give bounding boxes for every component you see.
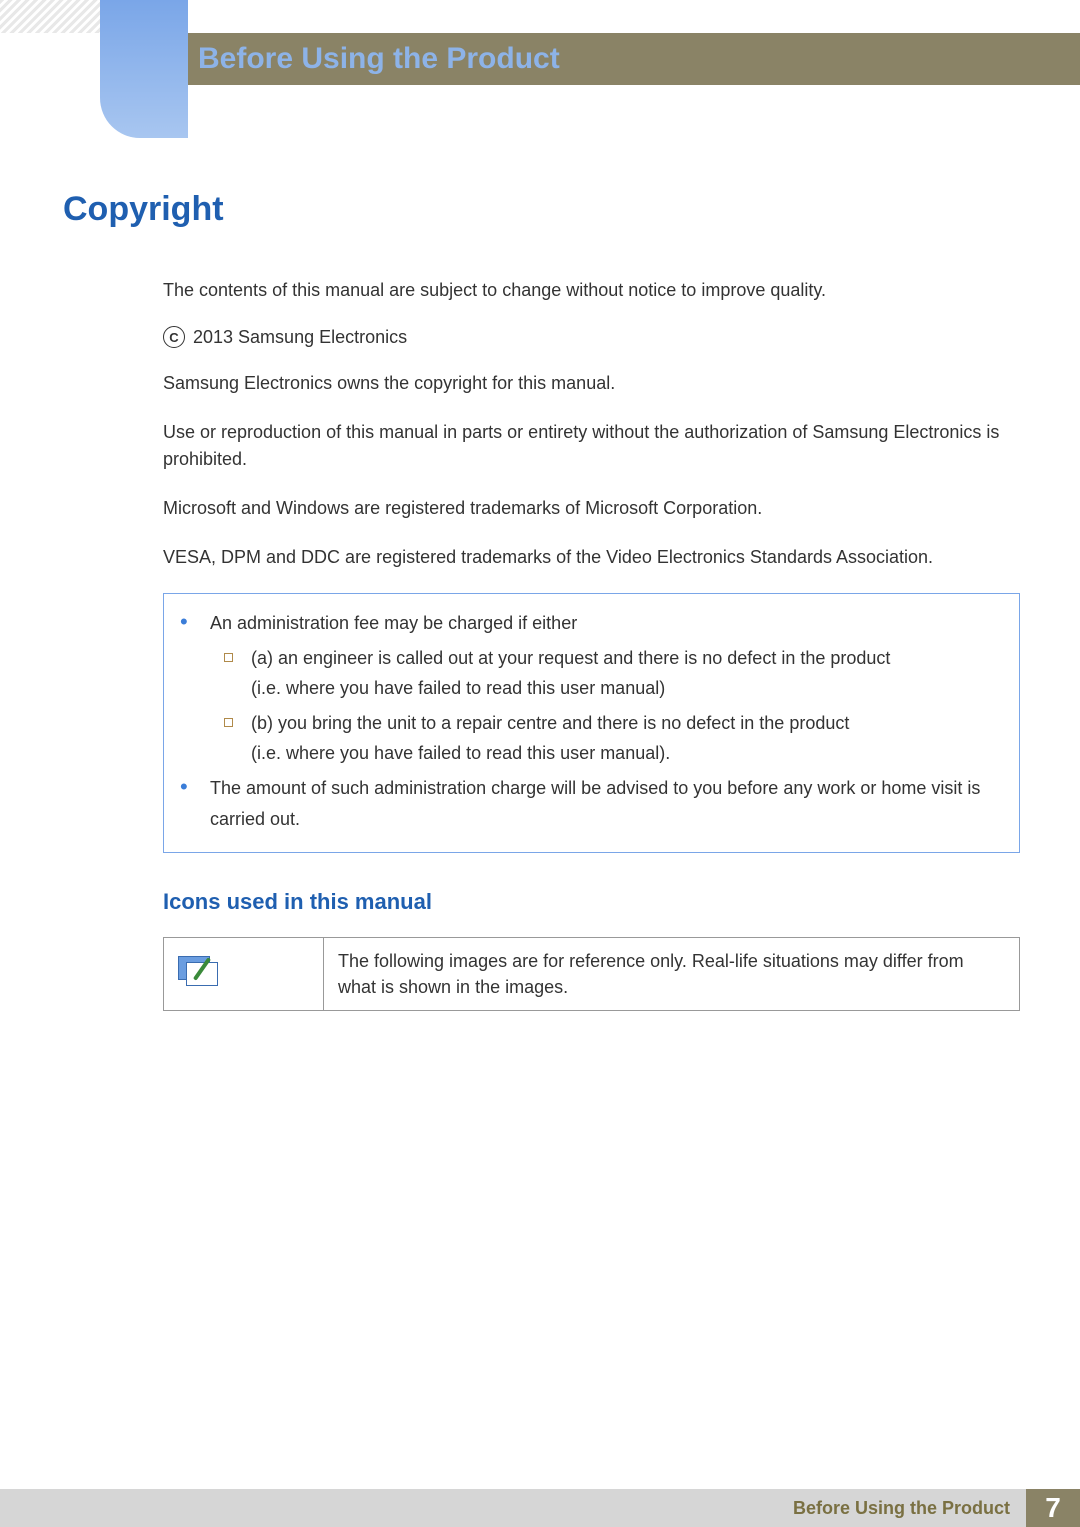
chapter-tab-decoration (100, 0, 188, 138)
sub-list-item-text: (a) an engineer is called out at your re… (251, 643, 1001, 704)
chapter-header-bar: Before Using the Product (188, 33, 1080, 85)
page-footer: Before Using the Product 7 (0, 1489, 1080, 1527)
bullet-square-icon (224, 718, 233, 727)
list-item: • An administration fee may be charged i… (174, 608, 1001, 639)
subsection-title-icons: Icons used in this manual (163, 889, 1020, 915)
paragraph: Samsung Electronics owns the copyright f… (163, 370, 1020, 397)
list-item: • The amount of such administration char… (174, 773, 1001, 834)
sub-list-item-text: (b) you bring the unit to a repair centr… (251, 708, 1001, 769)
paragraph: Microsoft and Windows are registered tra… (163, 495, 1020, 522)
icon-cell (164, 938, 324, 1011)
bullet-dot-icon: • (174, 608, 192, 639)
table-row: The following images are for reference o… (164, 938, 1020, 1011)
list-item-text: An administration fee may be charged if … (210, 608, 1001, 639)
chapter-title: Before Using the Product (198, 42, 560, 76)
page-content: Copyright The contents of this manual ar… (63, 190, 1020, 1011)
page-number: 7 (1026, 1489, 1080, 1527)
footer-chapter-label: Before Using the Product (0, 1489, 1026, 1527)
reference-image-icon (178, 956, 218, 986)
copyright-icon: C (163, 326, 185, 348)
sub-line: (b) you bring the unit to a repair centr… (251, 708, 1001, 739)
bullet-square-icon (224, 653, 233, 662)
icon-description-cell: The following images are for reference o… (324, 938, 1020, 1011)
sub-line: (a) an engineer is called out at your re… (251, 643, 1001, 674)
sub-line: (i.e. where you have failed to read this… (251, 673, 1001, 704)
paragraph: VESA, DPM and DDC are registered tradema… (163, 544, 1020, 571)
body-area: The contents of this manual are subject … (163, 277, 1020, 1011)
copyright-year-owner: 2013 Samsung Electronics (193, 327, 407, 348)
sub-list-item: (b) you bring the unit to a repair centr… (224, 708, 1001, 769)
paragraph: Use or reproduction of this manual in pa… (163, 419, 1020, 473)
decorative-stripe (0, 0, 100, 33)
icons-legend-table: The following images are for reference o… (163, 937, 1020, 1011)
sub-list-item: (a) an engineer is called out at your re… (224, 643, 1001, 704)
list-item-text: The amount of such administration charge… (210, 773, 1001, 834)
paragraph: The contents of this manual are subject … (163, 277, 1020, 304)
section-title-copyright: Copyright (63, 190, 1020, 229)
admin-fee-notice-box: • An administration fee may be charged i… (163, 593, 1020, 853)
copyright-year-line: C 2013 Samsung Electronics (163, 326, 1020, 348)
sub-line: (i.e. where you have failed to read this… (251, 738, 1001, 769)
bullet-dot-icon: • (174, 773, 192, 834)
